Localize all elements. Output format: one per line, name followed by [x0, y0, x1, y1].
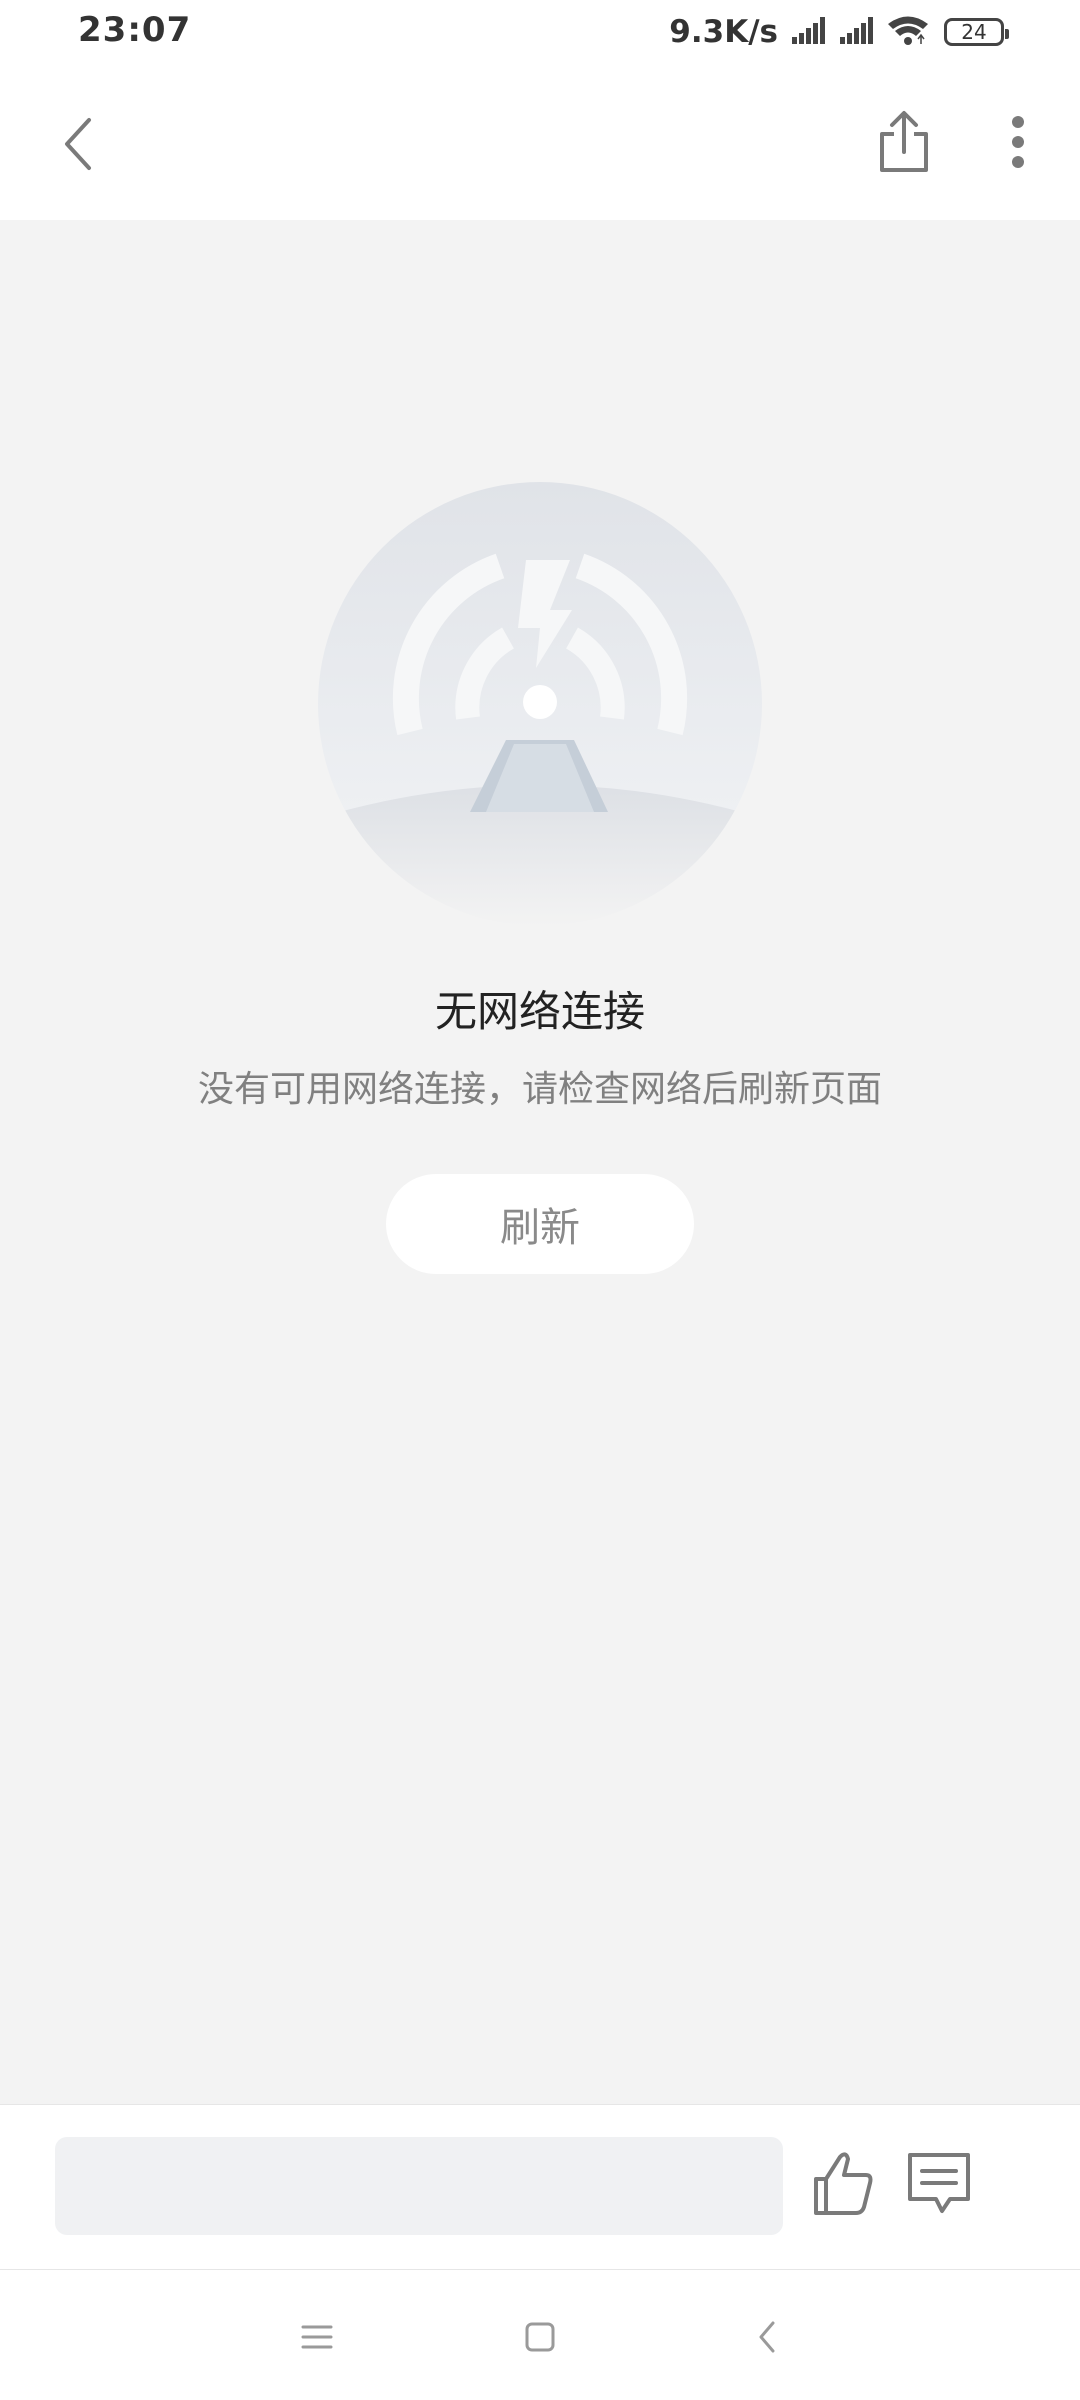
- refresh-button[interactable]: 刷新: [386, 1174, 694, 1274]
- more-vertical-icon: [1012, 116, 1024, 168]
- status-indicators: 9.3K/s 24: [669, 12, 1009, 52]
- bottom-action-bar: [0, 2104, 1080, 2270]
- signal-icon: [838, 15, 878, 49]
- app-header: [0, 66, 1080, 220]
- network-speed: 9.3K/s: [669, 14, 778, 50]
- status-bar: 23:07 9.3K/s 24: [0, 0, 1080, 66]
- content-area: 无网络连接 没有可用网络连接，请检查网络后刷新页面 刷新: [0, 220, 1080, 2104]
- back-icon: [759, 2321, 775, 2353]
- comment-icon: [908, 2153, 970, 2213]
- like-button[interactable]: [812, 2149, 876, 2219]
- screen: 23:07 9.3K/s 24 无网络连接 没有可用网络连接，请检查网络后刷新页…: [0, 0, 1080, 2400]
- no-network-illustration: [318, 482, 762, 926]
- back-button[interactable]: [44, 104, 114, 184]
- system-nav-bar: [0, 2270, 1080, 2400]
- comment-input[interactable]: [55, 2137, 783, 2235]
- error-title: 无网络连接: [434, 987, 645, 1036]
- battery-icon: 24: [944, 18, 1009, 46]
- more-button[interactable]: [986, 102, 1050, 182]
- wifi-icon: [886, 13, 930, 51]
- nav-home-button[interactable]: [505, 2302, 575, 2372]
- comment-button[interactable]: [906, 2149, 972, 2219]
- chevron-left-icon: [65, 118, 91, 170]
- home-icon: [525, 2322, 555, 2352]
- share-button[interactable]: [868, 102, 940, 182]
- signal-icon: [790, 15, 830, 49]
- status-time: 23:07: [78, 10, 192, 50]
- nav-menu-button[interactable]: [282, 2302, 352, 2372]
- error-description: 没有可用网络连接，请检查网络后刷新页面: [197, 1069, 882, 1110]
- thumbs-up-icon: [814, 2152, 873, 2215]
- nav-back-button[interactable]: [732, 2302, 802, 2372]
- share-icon: [880, 111, 928, 172]
- menu-icon: [301, 2325, 333, 2349]
